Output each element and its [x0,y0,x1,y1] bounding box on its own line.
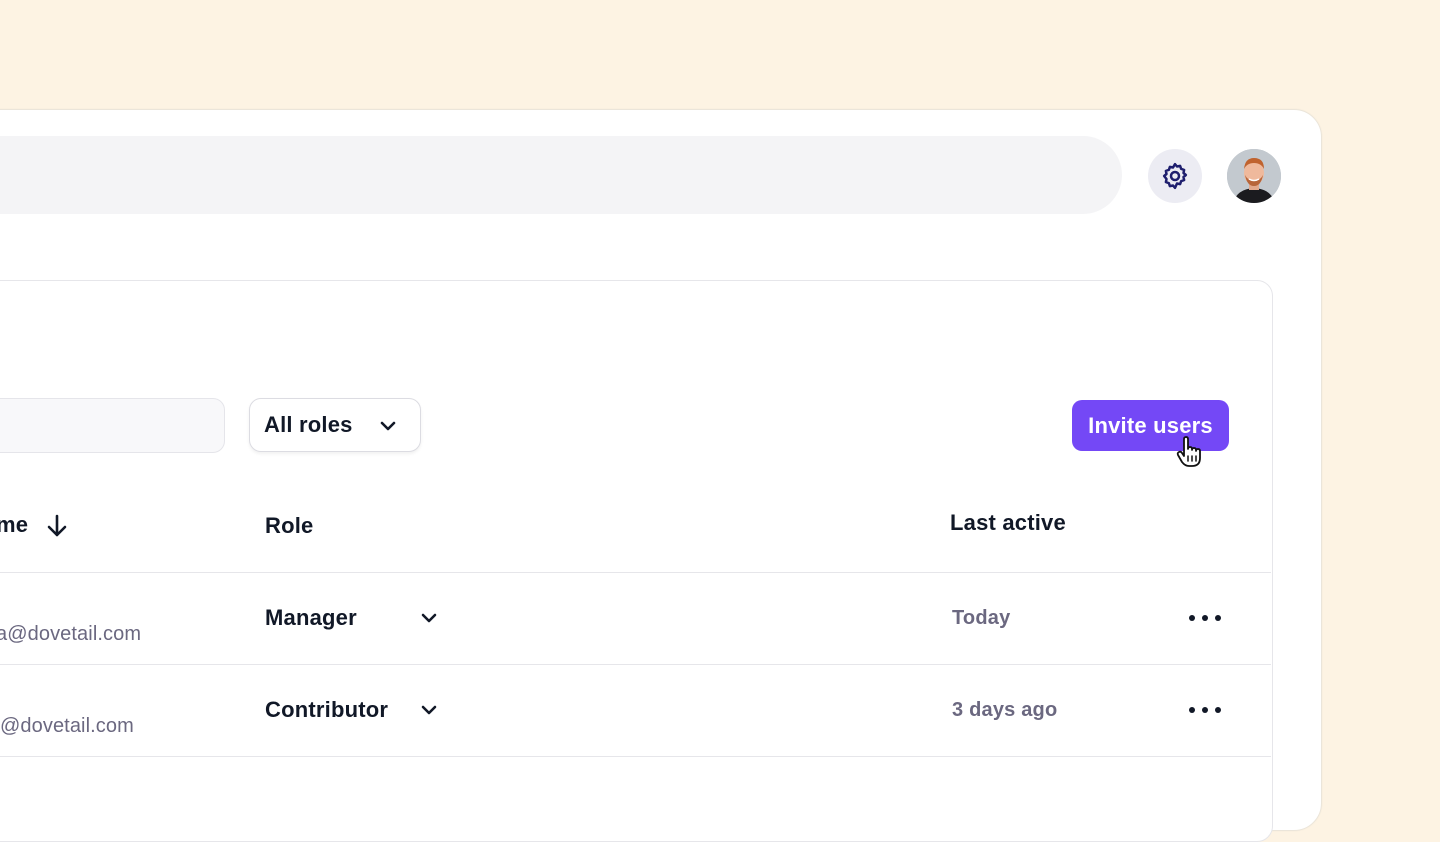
table-row-divider [0,756,1271,757]
user-role: Contributor [265,697,389,722]
column-header-name[interactable]: me [0,512,28,538]
global-search-bar[interactable] [0,136,1122,214]
chevron-down-icon[interactable] [419,700,439,720]
chevron-down-icon[interactable] [419,608,439,628]
table-divider [0,572,1271,573]
sort-descending-arrow-icon[interactable] [46,514,68,538]
chevron-down-icon [380,421,396,431]
pointer-cursor-icon [1176,436,1201,467]
invite-users-button[interactable]: Invite users [1072,400,1229,451]
table-row-divider [0,664,1271,665]
row-more-options-icon[interactable] [1189,700,1221,720]
users-panel [0,280,1273,842]
row-more-options-icon[interactable] [1189,608,1221,628]
user-search-input[interactable] [0,398,225,453]
user-role: Manager [265,605,357,630]
avatar[interactable] [1227,149,1281,203]
last-active-value: 3 days ago [952,699,1058,721]
settings-button[interactable] [1148,149,1202,203]
roles-filter-select[interactable]: All roles [249,398,421,452]
column-header-last-active: Last active [950,510,1066,535]
invite-users-label: Invite users [1088,412,1213,438]
roles-filter-label: All roles [264,412,353,437]
user-avatar-image [1227,149,1281,203]
user-email: @dovetail.com [0,715,134,737]
column-header-role: Role [265,513,314,538]
last-active-value: Today [952,607,1011,629]
gear-icon [1162,162,1188,190]
user-email: a@dovetail.com [0,623,142,645]
